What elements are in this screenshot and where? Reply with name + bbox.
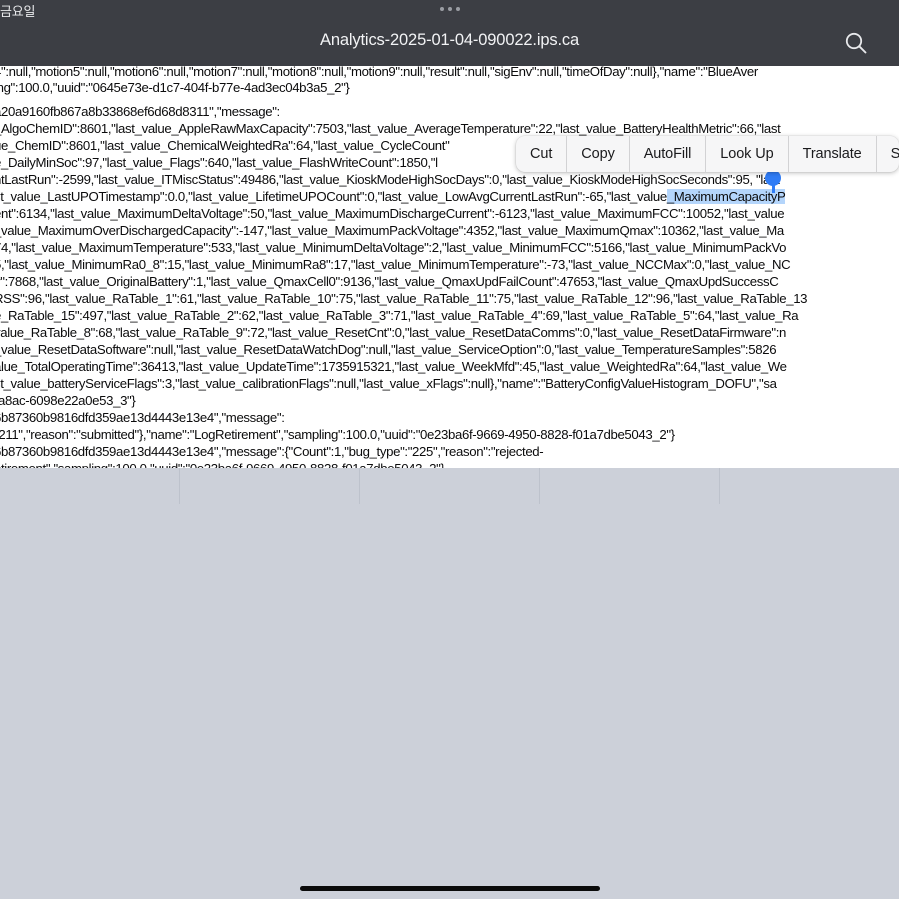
log-line: ue_ChemID":8601,"last_value_ChemicalWeig…	[0, 138, 450, 153]
prediction-slot[interactable]	[180, 468, 360, 504]
log-line: 4":null,"motion5":null,"motion6":null,"m…	[0, 66, 758, 79]
prediction-slot[interactable]	[360, 468, 540, 504]
prediction-slot[interactable]	[540, 468, 720, 504]
log-line: e_RaTable_15":497,"last_value_RaTable_2"…	[0, 308, 799, 323]
screen-root: 금요일 Analytics-2025-01-04-090022.ips.ca 4…	[0, 0, 899, 899]
log-line: value_RaTable_8":68,"last_value_RaTable_…	[0, 325, 787, 340]
log-line: ing":100.0,"uuid":"0645e73e-d1c7-404f-b7…	[0, 80, 350, 95]
log-line: st_value_batteryServiceFlags":3,"last_va…	[0, 376, 777, 391]
predictive-bar	[0, 468, 899, 516]
prediction-slot[interactable]	[0, 468, 180, 504]
log-line: ntLastRun":-2599,"last_value_ITMiscStatu…	[0, 172, 780, 187]
log-line: _value_MaximumOverDischargedCapacity":-1…	[0, 223, 784, 238]
selection-handle-start[interactable]	[765, 170, 781, 193]
home-indicator[interactable]	[299, 886, 600, 891]
log-line: 74,"last_value_MaximumTemperature":533,"…	[0, 240, 787, 255]
menu-item-look-up[interactable]: Look Up	[706, 136, 789, 172]
text-edit-context-menu: Cut Copy AutoFill Look Up Translate Sear	[516, 136, 899, 172]
log-line: RSS":96,"last_value_RaTable_1":61,"last_…	[0, 291, 808, 306]
log-line: 6b87360b9816dfd359ae13d4443e13e4","messa…	[0, 444, 544, 459]
log-line: 6b87360b9816dfd359ae13d4443e13e4","messa…	[0, 410, 285, 425]
log-line: -a8ac-6098e22a0e53_3"}	[0, 393, 136, 408]
log-line: ent":6134,"last_value_MaximumDeltaVoltag…	[0, 206, 785, 221]
log-line: _AlgoChemID":8601,"last_value_AppleRawMa…	[0, 121, 781, 136]
search-icon[interactable]	[843, 30, 869, 56]
status-bar-day: 금요일	[0, 4, 36, 19]
menu-item-autofill[interactable]: AutoFill	[630, 136, 707, 172]
onscreen-keyboard: @ 2 # 3 ₩ 4 % 5 ^ 6 & 7	[0, 468, 899, 899]
log-line: 5,"last_value_MinimumRa0_8":15,"last_val…	[0, 257, 791, 272]
menu-item-translate[interactable]: Translate	[789, 136, 877, 172]
log-line: etirement","sampling":100.0,"uuid":"0e23…	[0, 461, 445, 468]
log-line-text-pre: st_value_LastUPOTimestamp":0.0,"last_val…	[0, 189, 786, 204]
selected-text: _MaximumCapacityP	[666, 189, 786, 204]
menu-item-search[interactable]: Sear	[877, 136, 899, 172]
menu-item-copy[interactable]: Copy	[567, 136, 630, 172]
log-line: y":7868,"last_value_OriginalBattery":1,"…	[0, 274, 779, 289]
log-line: alue_TotalOperatingTime":36413,"last_val…	[0, 359, 787, 374]
log-line-selected: st_value_LastUPOTimestamp":0.0,"last_val…	[0, 189, 786, 205]
page-title: Analytics-2025-01-04-090022.ips.ca	[319, 31, 580, 49]
log-line: "211","reason":"submitted"},"name":"LogR…	[0, 427, 675, 442]
app-header: 금요일 Analytics-2025-01-04-090022.ips.ca	[0, 0, 899, 66]
prediction-slot[interactable]	[720, 468, 899, 504]
log-line: _value_ResetDataSoftware":null,"last_val…	[0, 342, 777, 357]
log-line: e_DailyMinSoc":97,"last_value_Flags":640…	[0, 155, 438, 170]
drag-handle-dots-icon[interactable]	[439, 7, 460, 11]
log-text-content[interactable]: 4":null,"motion5":null,"motion6":null,"m…	[0, 66, 899, 468]
log-line: a20a9160fb867a8b33868ef6d68d8311","messa…	[0, 104, 280, 119]
menu-item-cut[interactable]: Cut	[516, 136, 568, 172]
